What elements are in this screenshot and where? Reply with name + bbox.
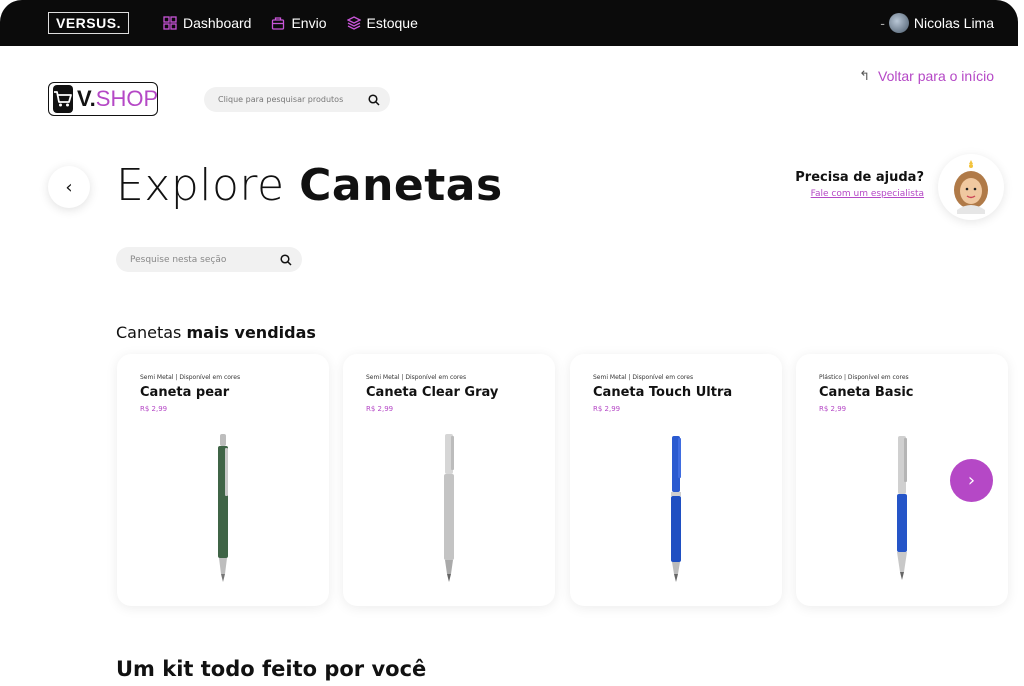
nav-envio[interactable]: Envio [271,15,327,31]
cart-icon [53,85,73,113]
product-price: R$ 2,99 [593,405,621,413]
product-name: Caneta pear [140,385,230,400]
chevron-right-icon: › [967,470,976,491]
user-name: Nicolas Lima [913,15,994,31]
versus-logo[interactable]: VERSUS. [48,12,129,34]
product-meta: Semi Metal | Disponível em cores [366,374,467,381]
product-card[interactable]: Semi Metal | Disponível em cores Caneta … [117,354,329,606]
product-card[interactable]: Semi Metal | Disponível em cores Caneta … [343,354,555,606]
section-search-placeholder: Pesquise nesta seção [130,254,227,265]
section-title-light: Canetas [116,323,187,342]
kit-section-title: Um kit todo feito por você [116,657,427,681]
product-price: R$ 2,99 [819,405,847,413]
back-home-link[interactable]: ↰ Voltar para o início [859,68,994,84]
product-name: Caneta Basic [819,385,914,400]
help-box: Precisa de ajuda? Fale com um especialis… [795,170,924,199]
nav-dashboard-label: Dashboard [182,15,252,31]
chevron-left-icon: ‹ [65,176,73,198]
back-home-label: Voltar para o início [878,68,994,84]
pen-image [897,436,907,580]
back-button[interactable]: ‹ [48,166,90,208]
nav-dashboard[interactable]: Dashboard [163,15,252,31]
layers-icon [346,16,361,30]
return-arrow-icon: ↰ [859,68,871,83]
pen-image [671,436,681,582]
product-meta: Semi Metal | Disponível em cores [593,374,694,381]
product-card[interactable]: Semi Metal | Disponível em cores Caneta … [570,354,782,606]
product-search-placeholder: Clique para pesquisar produtos [218,95,344,104]
product-price: R$ 2,99 [366,405,394,413]
page-title: Explore Canetas [116,160,503,211]
help-specialist-link[interactable]: Fale com um especialista [795,189,924,199]
vshop-logo[interactable]: V. SHOP [48,82,158,116]
product-meta: Plástico | Disponível em cores [819,374,909,381]
nav-envio-label: Envio [291,15,327,31]
page-title-light: Explore [116,160,300,211]
section-search-input[interactable]: Pesquise nesta seção [116,247,302,272]
top-navbar: VERSUS. Dashboard Envio Estoque - Nicola… [0,0,1018,46]
section-title-bold: mais vendidas [186,323,316,342]
box-icon [272,17,285,30]
nav-estoque[interactable]: Estoque [346,15,418,31]
nav-estoque-label: Estoque [366,15,418,31]
user-separator: - [880,15,885,31]
product-price: R$ 2,99 [140,405,168,413]
product-name: Caneta Touch Ultra [593,385,733,400]
logo-v: V. [77,86,96,111]
product-meta: Semi Metal | Disponível em cores [140,374,241,381]
grid-icon [163,16,177,30]
search-icon[interactable] [368,93,380,106]
carousel-next-button[interactable]: › [950,459,993,502]
logo-shop: SHOP [95,86,159,111]
product-name: Caneta Clear Gray [366,385,499,400]
best-sellers-title: Canetas mais vendidas [116,323,316,342]
help-question: Precisa de ajuda? [795,170,924,185]
search-icon[interactable] [280,253,292,266]
pen-image [218,434,228,582]
user-avatar [888,13,909,33]
user-menu[interactable]: - Nicolas Lima [880,13,994,33]
pen-image [444,434,454,582]
specialist-avatar-icon [954,160,988,214]
product-search-input[interactable]: Clique para pesquisar produtos [204,87,390,112]
page-title-bold: Canetas [299,160,503,211]
specialist-avatar[interactable] [938,154,1004,220]
